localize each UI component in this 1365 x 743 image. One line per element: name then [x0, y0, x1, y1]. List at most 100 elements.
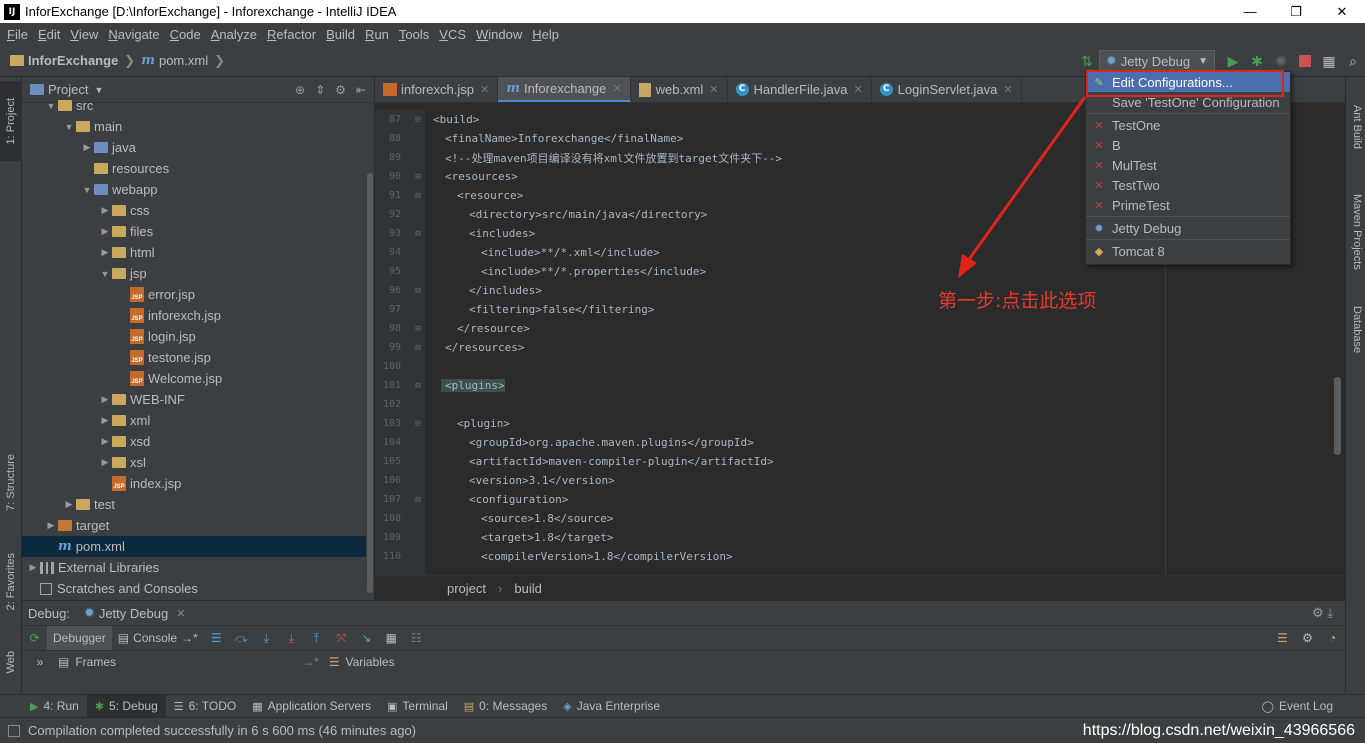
close-icon[interactable]: ✕: [709, 83, 718, 96]
dropdown-item[interactable]: ✹ Jetty Debug: [1086, 218, 1290, 238]
dropdown-item[interactable]: ✕ B: [1086, 135, 1290, 155]
restore-button[interactable]: ❐: [1273, 0, 1319, 23]
more-icon[interactable]: »: [22, 655, 58, 669]
force-step-into-icon[interactable]: ⤓: [279, 626, 304, 650]
build-icon[interactable]: ⇅: [1075, 50, 1099, 72]
close-icon[interactable]: ✕: [176, 607, 185, 620]
web-tool-tab[interactable]: Web: [0, 637, 22, 687]
settings-icon[interactable]: ⚙: [1295, 626, 1320, 650]
chevron-down-icon[interactable]: ▼: [62, 122, 76, 132]
dropdown-item[interactable]: ✕ TestTwo: [1086, 175, 1290, 195]
project-tool-tab[interactable]: 1: Project: [0, 81, 22, 161]
bottom-tool-tab[interactable]: ▤ 0: Messages: [456, 695, 555, 718]
tree-item[interactable]: m pom.xml: [22, 536, 374, 557]
trace-icon[interactable]: ☷: [404, 626, 429, 650]
tree-item[interactable]: ▶ css: [22, 200, 374, 221]
chevron-right-icon[interactable]: ▶: [98, 436, 112, 447]
chevron-right-icon[interactable]: ▶: [98, 226, 112, 237]
structure-tool-tab[interactable]: 7: Structure: [0, 437, 22, 527]
tree-item[interactable]: JSP Welcome.jsp: [22, 368, 374, 389]
menu-refactor[interactable]: Refactor: [262, 27, 321, 42]
event-log-tab[interactable]: ◯ Event Log: [1254, 695, 1341, 718]
tree-item[interactable]: ▶ External Libraries: [22, 557, 374, 578]
debug-icon[interactable]: ✱: [1245, 50, 1269, 72]
ant-build-tool-tab[interactable]: Ant Build: [1346, 87, 1365, 167]
fold-icon[interactable]: ⊟: [407, 419, 429, 429]
tree-item[interactable]: ▶ xml: [22, 410, 374, 431]
tree-item[interactable]: ▶ xsd: [22, 431, 374, 452]
menu-vcs[interactable]: VCS: [434, 27, 471, 42]
close-icon[interactable]: ✕: [853, 83, 862, 96]
stop-icon[interactable]: [1293, 50, 1317, 72]
menu-tools[interactable]: Tools: [394, 27, 434, 42]
tree-item[interactable]: JSP index.jsp: [22, 473, 374, 494]
editor-breadcrumb-project[interactable]: project: [447, 581, 486, 596]
fold-icon[interactable]: ⊟: [407, 229, 429, 239]
bottom-tool-tab[interactable]: ☰ 6: TODO: [166, 695, 244, 718]
dropdown-item[interactable]: ◆ Tomcat 8: [1086, 241, 1290, 261]
editor-tab[interactable]: web.xml ✕: [631, 77, 728, 102]
tree-item[interactable]: ▼ jsp: [22, 263, 374, 284]
mute-breakpoints-icon[interactable]: ◔: [1320, 626, 1345, 650]
tree-item[interactable]: ▶ html: [22, 242, 374, 263]
dropdown-item[interactable]: ✕ TestOne: [1086, 115, 1290, 135]
chevron-right-icon[interactable]: ▶: [62, 499, 76, 510]
tree-item[interactable]: ▶ test: [22, 494, 374, 515]
project-scrollbar-thumb[interactable]: [367, 173, 373, 593]
breadcrumb-file[interactable]: pom.xml: [159, 53, 208, 68]
layout-icon[interactable]: [8, 724, 20, 737]
editor-tab[interactable]: m Inforexchange ✕: [498, 77, 631, 102]
tree-item[interactable]: Scratches and Consoles: [22, 578, 374, 599]
tree-item[interactable]: ▶ target: [22, 515, 374, 536]
menu-view[interactable]: View: [65, 27, 103, 42]
editor-tab[interactable]: C HandlerFile.java ✕: [728, 77, 872, 102]
tree-item[interactable]: ▶ xsl: [22, 452, 374, 473]
show-execution-point-icon[interactable]: ☰: [204, 626, 229, 650]
close-icon[interactable]: ✕: [612, 82, 621, 95]
step-over-icon[interactable]: ⤼: [229, 626, 254, 650]
fold-icon[interactable]: ⊟: [407, 191, 429, 201]
menu-analyze[interactable]: Analyze: [206, 27, 262, 42]
fold-icon[interactable]: ⊟: [407, 286, 429, 296]
chevron-right-icon[interactable]: ▶: [98, 394, 112, 405]
step-out-icon[interactable]: ⤒: [304, 626, 329, 650]
bottom-tool-tab[interactable]: ▣ Terminal: [379, 695, 456, 718]
favorites-tool-tab[interactable]: 2: Favorites: [0, 537, 22, 627]
fold-icon[interactable]: ⊟: [407, 343, 429, 353]
tree-item[interactable]: ▶ WEB-INF: [22, 389, 374, 410]
menu-navigate[interactable]: Navigate: [103, 27, 164, 42]
drop-frame-icon[interactable]: ⤧: [329, 626, 354, 650]
tree-item[interactable]: JSP testone.jsp: [22, 347, 374, 368]
chevron-right-icon[interactable]: ▶: [98, 205, 112, 216]
run-config-selector[interactable]: ✹ Jetty Debug ▼: [1098, 50, 1215, 72]
tree-item[interactable]: resources: [22, 158, 374, 179]
editor-tab[interactable]: inforexch.jsp ✕: [375, 77, 499, 102]
tree-item[interactable]: ▼ src: [22, 95, 374, 116]
chevron-down-icon[interactable]: ▼: [80, 185, 94, 195]
fold-icon[interactable]: ⊟: [407, 381, 429, 391]
editor-breadcrumb-build[interactable]: build: [514, 581, 541, 596]
breadcrumb-project[interactable]: InforExchange: [28, 53, 118, 68]
database-tool-tab[interactable]: Database: [1346, 295, 1365, 365]
project-structure-icon[interactable]: ▦: [1317, 50, 1341, 72]
chevron-right-icon[interactable]: ▶: [98, 457, 112, 468]
minimize-button[interactable]: —: [1227, 0, 1273, 23]
close-button[interactable]: ✕: [1319, 0, 1365, 23]
chevron-right-icon[interactable]: ▶: [26, 562, 40, 573]
project-scrollbar[interactable]: [366, 103, 374, 600]
menu-run[interactable]: Run: [360, 27, 394, 42]
search-icon[interactable]: ⌕: [1341, 50, 1365, 72]
editor-tab[interactable]: C LoginServlet.java ✕: [872, 77, 1022, 102]
tree-item[interactable]: JSP inforexch.jsp: [22, 305, 374, 326]
run-to-cursor-icon[interactable]: ↘: [354, 626, 379, 650]
console-tab[interactable]: ▤ Console →*: [112, 626, 204, 650]
bottom-tool-tab[interactable]: ▦ Application Servers: [244, 695, 379, 718]
debugger-tab[interactable]: Debugger: [47, 626, 112, 650]
chevron-right-icon[interactable]: ▶: [98, 415, 112, 426]
tree-item[interactable]: JSP login.jsp: [22, 326, 374, 347]
chevron-right-icon[interactable]: ▶: [44, 520, 58, 531]
debug-config-tab[interactable]: ✹ Jetty Debug ✕: [80, 602, 190, 624]
bottom-tool-tab[interactable]: ✱ 5: Debug: [86, 694, 166, 718]
restore-layout-icon[interactable]: ☰: [1270, 626, 1295, 650]
menu-window[interactable]: Window: [471, 27, 527, 42]
